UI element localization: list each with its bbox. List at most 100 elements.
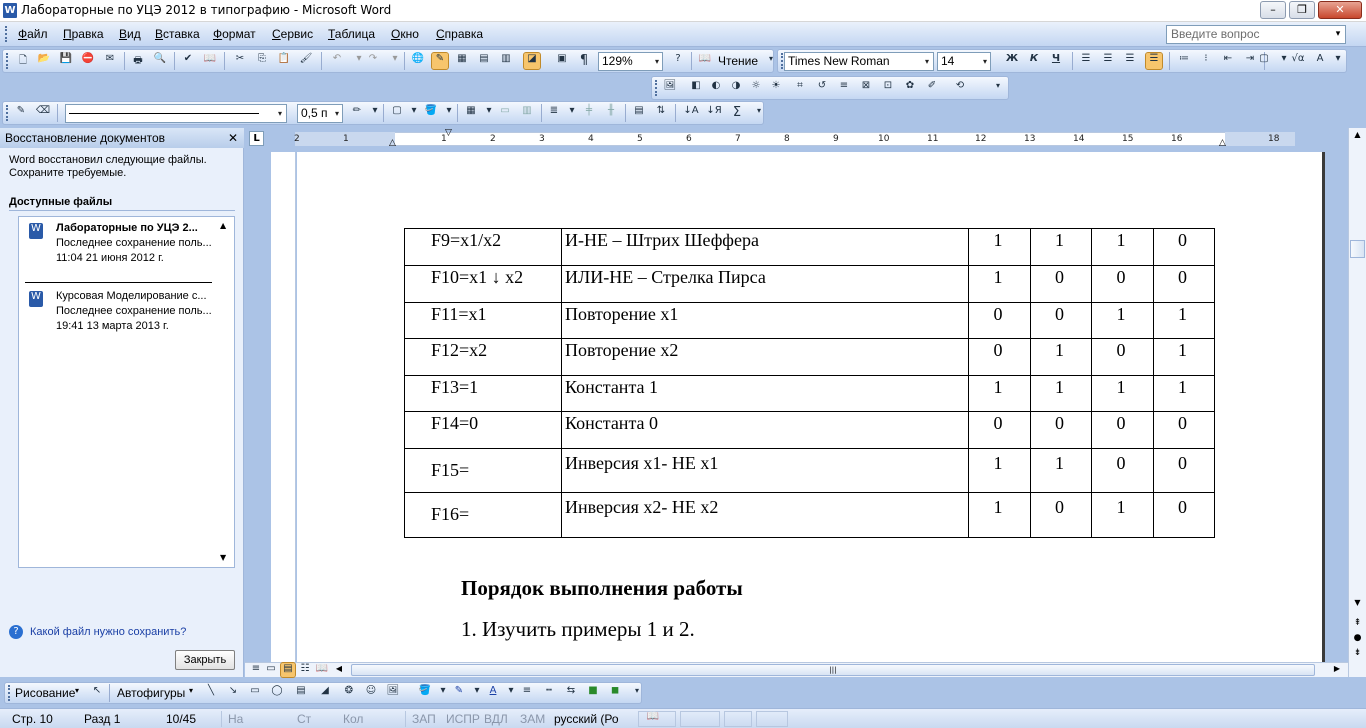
document-map-icon[interactable]: ▣: [554, 53, 570, 69]
spelling-status-icon[interactable]: 📖: [645, 711, 661, 727]
border-dropdown-icon[interactable]: ▾: [406, 105, 422, 121]
toolbar-grip[interactable]: [6, 53, 10, 69]
value-cell[interactable]: 0: [1030, 265, 1092, 303]
function-cell[interactable]: F9=x1/x2: [404, 228, 562, 266]
value-cell[interactable]: 0: [1091, 411, 1154, 449]
value-cell[interactable]: 0: [1030, 302, 1092, 339]
value-cell[interactable]: 1: [1153, 302, 1215, 339]
reading-view-icon[interactable]: 📖: [315, 663, 329, 677]
redo-icon[interactable]: ↷: [365, 53, 381, 69]
equation-icon[interactable]: √α: [1290, 53, 1306, 69]
undo-icon[interactable]: ↶: [329, 53, 345, 69]
bold-button[interactable]: Ж: [1004, 53, 1020, 69]
diagram-icon[interactable]: ❂: [341, 685, 357, 701]
scroll-thumb[interactable]: [1350, 240, 1365, 258]
value-cell[interactable]: 1: [1030, 448, 1092, 493]
function-cell[interactable]: F15=: [404, 448, 562, 493]
draw-table-icon[interactable]: ✎: [13, 105, 29, 121]
normal-view-icon[interactable]: ≡: [249, 663, 263, 677]
toolbar-grip[interactable]: [8, 685, 12, 701]
scroll-left-icon[interactable]: ◀: [333, 664, 345, 676]
fill-color-icon[interactable]: 🪣: [417, 685, 433, 701]
value-cell[interactable]: 1: [968, 375, 1031, 412]
read-button[interactable]: Чтение: [718, 54, 758, 68]
vertical-ruler[interactable]: [271, 152, 296, 662]
permission-icon[interactable]: ⛔: [80, 53, 96, 69]
autoformat-icon[interactable]: ▤: [631, 105, 647, 121]
menu-edit[interactable]: Правка: [63, 27, 104, 41]
next-page-icon[interactable]: ⇟: [1350, 648, 1365, 660]
line-style-icon[interactable]: ≡: [836, 80, 852, 96]
function-name-cell[interactable]: Повторение x1: [561, 302, 969, 339]
oval-icon[interactable]: ◯: [269, 685, 285, 701]
wordart-icon[interactable]: ◢: [317, 685, 333, 701]
value-cell[interactable]: 0: [1153, 492, 1215, 538]
insert-table-dropdown-icon[interactable]: ▾: [481, 105, 497, 121]
size-dropdown-icon[interactable]: ▾: [979, 53, 991, 70]
align-dropdown-icon[interactable]: ▾: [564, 105, 580, 121]
list-scroll-down-icon[interactable]: ▼: [220, 553, 226, 562]
font-color-icon[interactable]: A: [485, 685, 501, 701]
value-cell[interactable]: 1: [968, 228, 1031, 266]
show-hide-icon[interactable]: ¶: [576, 53, 592, 69]
function-cell[interactable]: F14=0: [404, 411, 562, 449]
change-direction-icon[interactable]: ⇅: [653, 105, 669, 121]
email-icon[interactable]: ✉: [102, 53, 118, 69]
value-cell[interactable]: 1: [968, 492, 1031, 538]
arrow-style-icon[interactable]: ⇆: [563, 685, 579, 701]
status-language[interactable]: русский (Ро: [554, 712, 619, 726]
first-line-indent-marker[interactable]: ▽: [445, 129, 452, 138]
value-cell[interactable]: 0: [1153, 411, 1215, 449]
minimize-button[interactable]: –: [1260, 1, 1286, 19]
font-settings-icon[interactable]: A: [1312, 53, 1328, 69]
menu-grip[interactable]: [5, 26, 9, 42]
menu-tools[interactable]: Сервис: [272, 27, 313, 41]
transparent-color-icon[interactable]: ✐: [924, 80, 940, 96]
autosum-icon[interactable]: Σ: [729, 105, 745, 121]
toolbar-grip[interactable]: [6, 105, 10, 121]
value-cell[interactable]: 1: [968, 265, 1031, 303]
value-cell[interactable]: 1: [1030, 338, 1092, 376]
function-name-cell[interactable]: И-НЕ – Штрих Шеффера: [561, 228, 969, 266]
value-cell[interactable]: 1: [1091, 492, 1154, 538]
line-style-dropdown-icon[interactable]: ▾: [274, 105, 286, 122]
line-color-icon[interactable]: ✎: [451, 685, 467, 701]
list-scroll-up-icon[interactable]: ▲: [220, 221, 226, 230]
help-search-input[interactable]: Введите вопрос: [1166, 25, 1346, 44]
file-name[interactable]: Лабораторные по УЦЭ 2...: [56, 222, 198, 234]
value-cell[interactable]: 1: [1091, 375, 1154, 412]
shadow-style-icon[interactable]: ■: [585, 685, 601, 701]
italic-button[interactable]: К: [1026, 53, 1042, 69]
value-cell[interactable]: 0: [1153, 265, 1215, 303]
insert-table-icon[interactable]: ▦: [463, 105, 479, 121]
function-name-cell[interactable]: Инверсия x2- НЕ x2: [561, 492, 969, 538]
scroll-right-icon[interactable]: ▶: [1331, 664, 1343, 676]
toolbar-options-icon[interactable]: ▾: [1330, 53, 1346, 69]
text-box-icon[interactable]: ▤: [293, 685, 309, 701]
toolbar-grip[interactable]: [655, 80, 659, 96]
web-view-icon[interactable]: ▭: [264, 663, 278, 677]
word-app-icon[interactable]: W: [3, 3, 17, 18]
scroll-up-icon[interactable]: ▲: [1350, 128, 1365, 142]
scroll-down-icon[interactable]: ▼: [1350, 598, 1365, 610]
fill-dropdown-icon[interactable]: ▾: [435, 685, 451, 701]
new-document-icon[interactable]: 🗋: [15, 53, 31, 69]
tables-borders-icon[interactable]: ✎: [431, 52, 449, 70]
value-cell[interactable]: 0: [968, 411, 1031, 449]
border-color-icon[interactable]: ✏: [349, 105, 365, 121]
recovered-file-item[interactable]: W Лабораторные по УЦЭ 2... Последнее сох…: [27, 221, 217, 279]
read-icon[interactable]: 📖: [697, 53, 713, 69]
hyperlink-icon[interactable]: 🌐: [410, 53, 426, 69]
numbering-icon[interactable]: ≔: [1176, 53, 1192, 69]
value-cell[interactable]: 1: [1030, 228, 1092, 266]
function-cell[interactable]: F13=1: [404, 375, 562, 412]
value-cell[interactable]: 0: [968, 338, 1031, 376]
rectangle-icon[interactable]: ▭: [247, 685, 263, 701]
value-cell[interactable]: 1: [968, 448, 1031, 493]
status-track-changes[interactable]: ИСПР: [446, 712, 480, 726]
format-picture-icon[interactable]: ✿: [902, 80, 918, 96]
function-name-cell[interactable]: Константа 0: [561, 411, 969, 449]
borders-icon[interactable]: ▢: [1256, 53, 1272, 69]
status-record[interactable]: ЗАП: [412, 712, 436, 726]
function-name-cell[interactable]: Константа 1: [561, 375, 969, 412]
